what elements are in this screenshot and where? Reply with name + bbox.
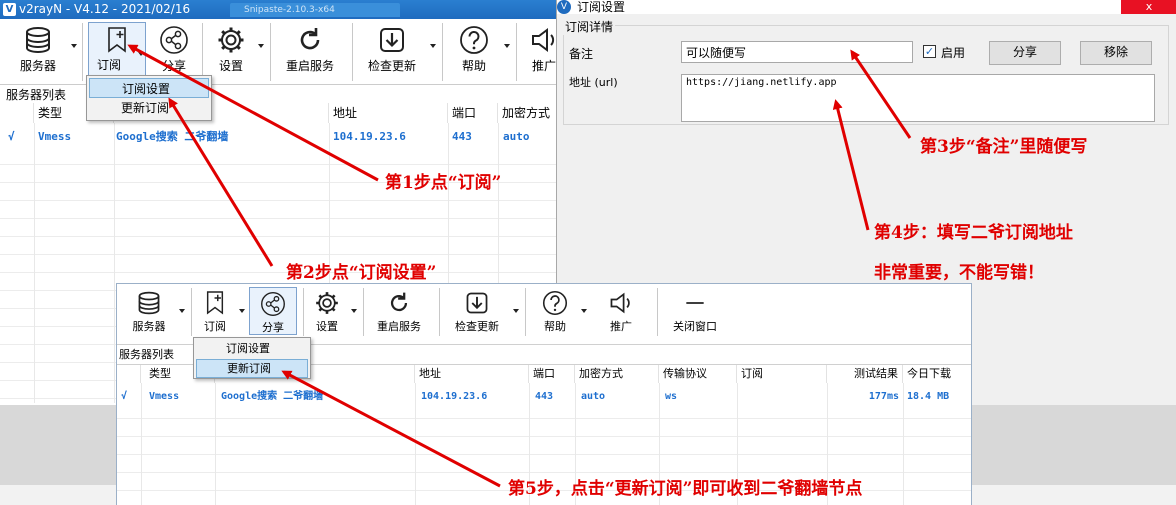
annotation-step1: 第1步点“订阅” <box>385 173 502 193</box>
arrow-step4 <box>832 99 870 231</box>
annotation-step5: 第5步，点击“更新订阅”即可收到二爷翻墙节点 <box>508 479 863 499</box>
annotation-step3: 第3步“备注”里随便写 <box>920 137 1088 157</box>
arrow-step2 <box>168 97 274 267</box>
annotation-step4-warning: 非常重要，不能写错！ <box>874 263 1044 283</box>
annotation-step2: 第2步点“订阅设置” <box>286 263 437 283</box>
annotation-step4: 第4步：填写二爷订阅地址 <box>874 223 1073 243</box>
arrow-step3 <box>850 49 912 139</box>
arrow-step1 <box>127 44 379 182</box>
screenshot-stage: V v2rayN - V4.12 - 2021/02/16 Snipaste-2… <box>0 0 1176 505</box>
arrow-step5 <box>281 370 501 488</box>
annotation-arrows <box>127 44 912 488</box>
